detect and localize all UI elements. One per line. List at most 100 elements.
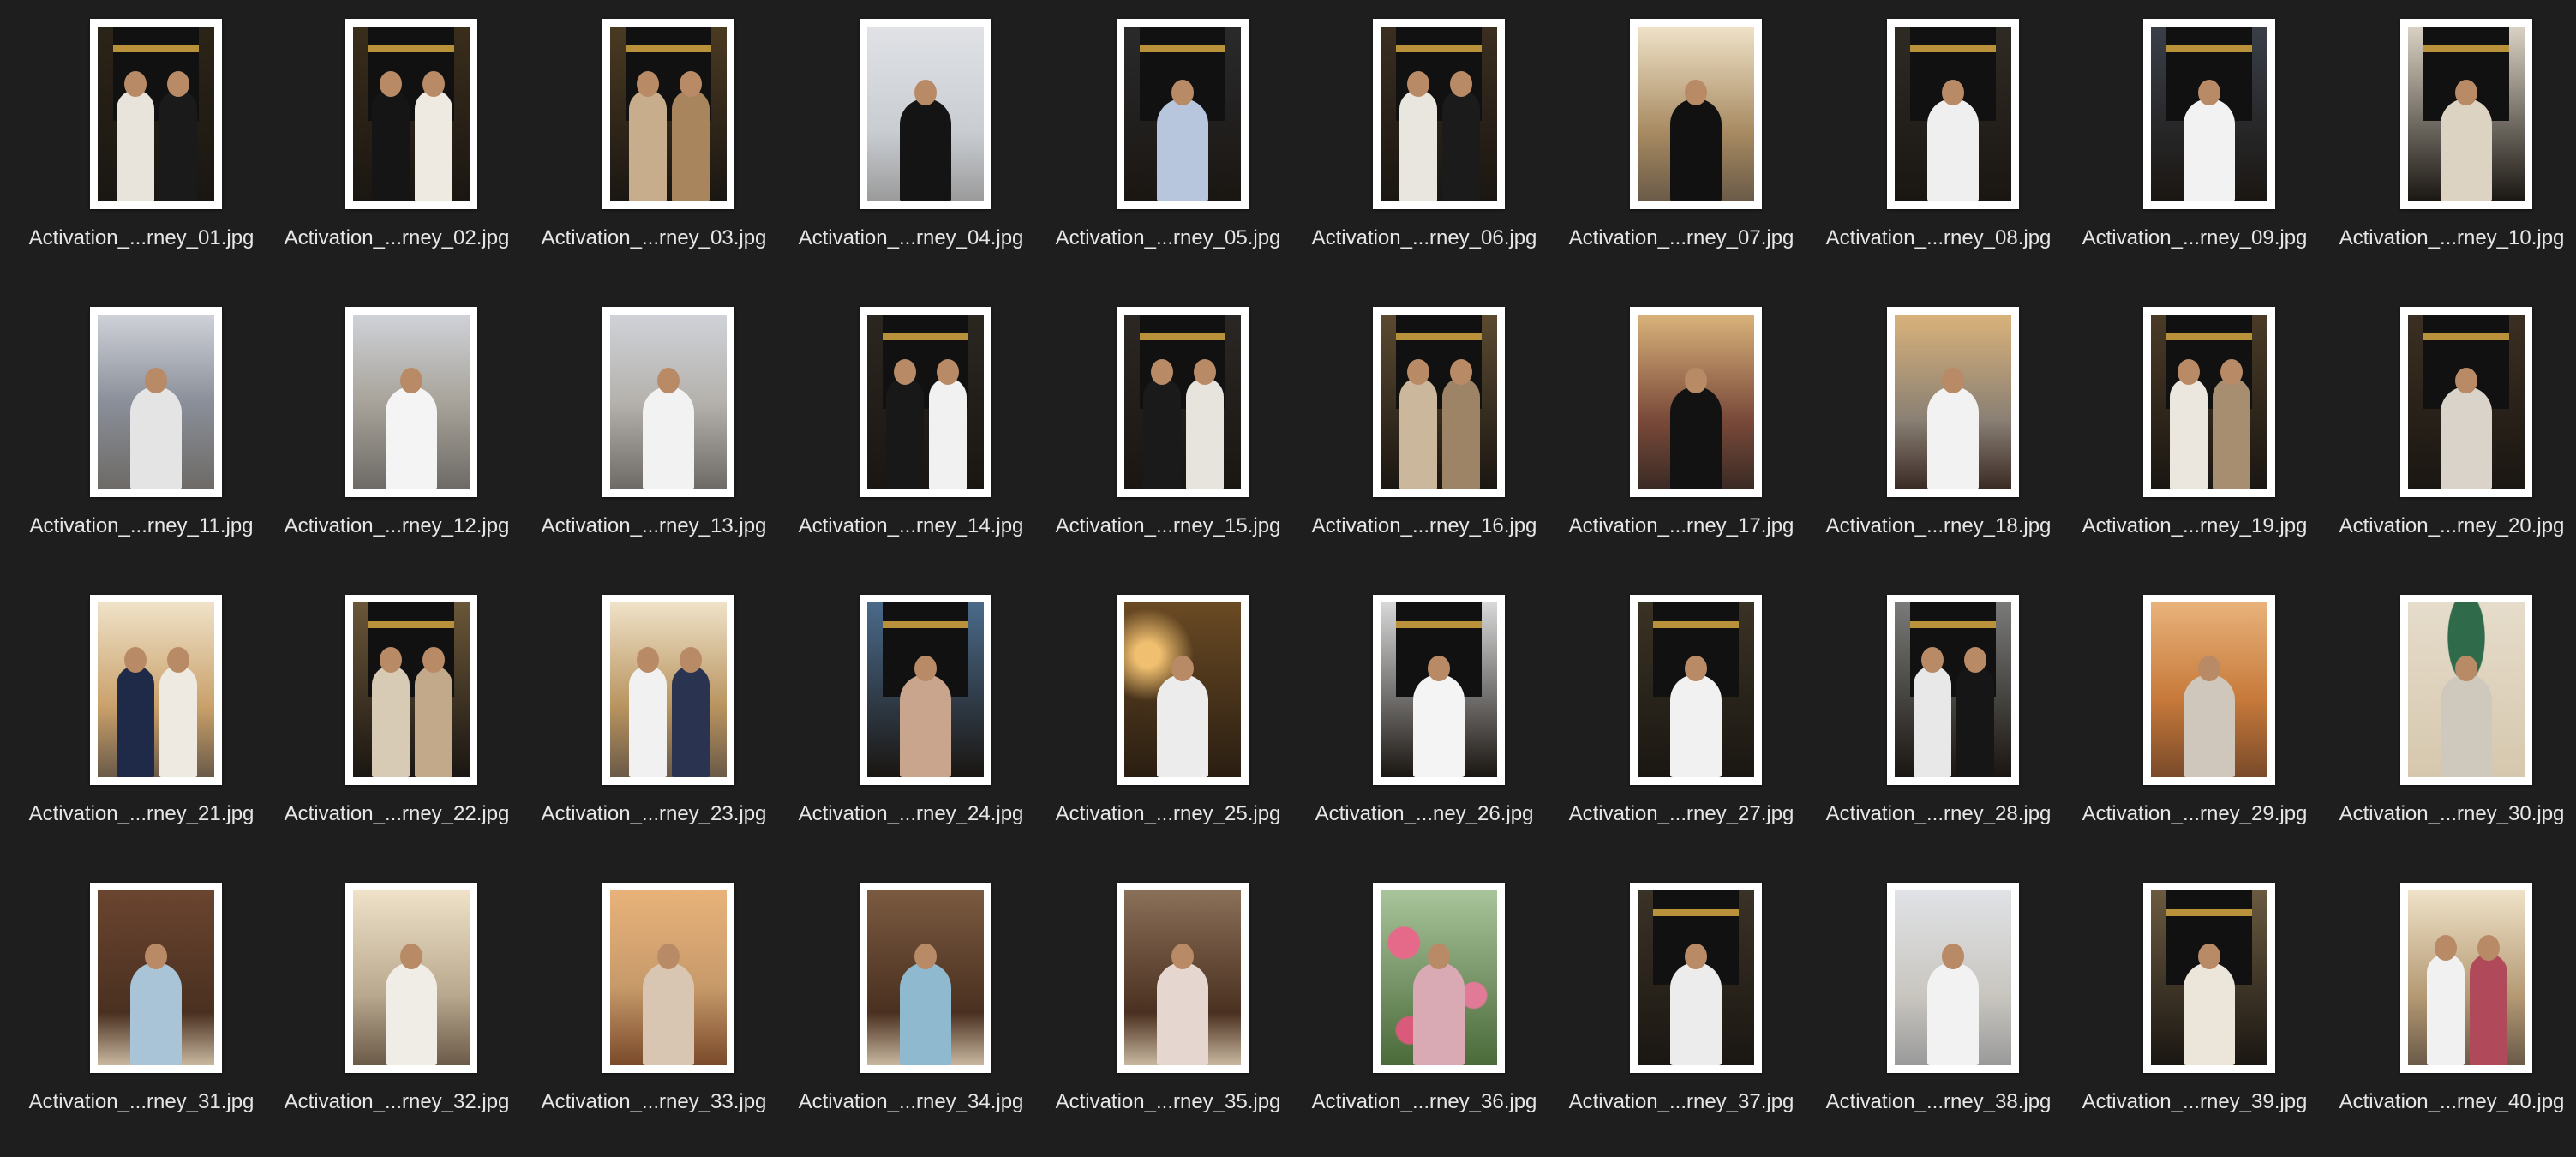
- file-item[interactable]: Activation_...rney_09.jpg: [2070, 0, 2319, 274]
- file-item[interactable]: Activation_...rney_11.jpg: [17, 288, 266, 562]
- file-thumbnail[interactable]: [1373, 307, 1505, 497]
- file-item[interactable]: Activation_...rney_16.jpg: [1300, 288, 1549, 562]
- file-thumbnail[interactable]: [860, 307, 991, 497]
- file-thumbnail[interactable]: [2143, 307, 2275, 497]
- file-item[interactable]: Activation_...rney_19.jpg: [2070, 288, 2319, 562]
- photo-preview: [353, 315, 470, 489]
- file-item[interactable]: Activation_...rney_36.jpg: [1300, 864, 1549, 1138]
- file-item[interactable]: Activation_...rney_33.jpg: [530, 864, 778, 1138]
- person-figure: [1413, 962, 1465, 1065]
- file-thumbnail[interactable]: [2143, 883, 2275, 1073]
- file-thumbnail[interactable]: [2400, 595, 2532, 785]
- file-item[interactable]: Activation_...rney_01.jpg: [17, 0, 266, 274]
- file-item[interactable]: Activation_...rney_04.jpg: [787, 0, 1035, 274]
- photo-preview: [1638, 27, 1754, 201]
- file-item[interactable]: Activation_...rney_13.jpg: [530, 288, 778, 562]
- file-item[interactable]: Activation_...ney_26.jpg: [1300, 576, 1549, 850]
- file-thumbnail[interactable]: [90, 307, 222, 497]
- file-thumbnail[interactable]: [345, 883, 477, 1073]
- file-thumbnail[interactable]: [2143, 19, 2275, 209]
- file-item[interactable]: Activation_...rney_22.jpg: [273, 576, 521, 850]
- file-item[interactable]: Activation_...rney_25.jpg: [1044, 576, 1292, 850]
- file-thumbnail[interactable]: [90, 883, 222, 1073]
- person-head: [1450, 359, 1472, 385]
- file-thumbnail[interactable]: [1630, 595, 1762, 785]
- file-item[interactable]: Activation_...rney_08.jpg: [1814, 0, 2063, 274]
- file-thumbnail[interactable]: [2143, 595, 2275, 785]
- file-thumbnail[interactable]: [1630, 307, 1762, 497]
- file-thumbnail[interactable]: [1117, 883, 1249, 1073]
- file-item[interactable]: Activation_...rney_31.jpg: [17, 864, 266, 1138]
- file-item[interactable]: Activation_...rney_15.jpg: [1044, 288, 1292, 562]
- file-item[interactable]: Activation_...rney_03.jpg: [530, 0, 778, 274]
- person-head: [680, 647, 702, 673]
- file-item[interactable]: Activation_...rney_29.jpg: [2070, 576, 2319, 850]
- file-item[interactable]: Activation_...rney_38.jpg: [1814, 864, 2063, 1138]
- file-thumbnail[interactable]: [860, 883, 991, 1073]
- file-item[interactable]: Activation_...rney_28.jpg: [1814, 576, 2063, 850]
- file-name-label: Activation_...rney_15.jpg: [1055, 514, 1281, 537]
- file-thumbnail[interactable]: [1887, 307, 2019, 497]
- file-thumbnail[interactable]: [1887, 19, 2019, 209]
- file-thumbnail[interactable]: [602, 883, 734, 1073]
- person-figure: [117, 90, 154, 201]
- file-thumbnail[interactable]: [602, 307, 734, 497]
- file-item[interactable]: Activation_...rney_40.jpg: [2327, 864, 2576, 1138]
- file-item[interactable]: Activation_...rney_23.jpg: [530, 576, 778, 850]
- photo-preview: [867, 315, 984, 489]
- file-thumbnail[interactable]: [90, 19, 222, 209]
- person-figure: [1442, 90, 1480, 201]
- file-thumbnail[interactable]: [1630, 19, 1762, 209]
- file-item[interactable]: Activation_...rney_21.jpg: [17, 576, 266, 850]
- file-thumbnail[interactable]: [345, 307, 477, 497]
- file-item[interactable]: Activation_...rney_34.jpg: [787, 864, 1035, 1138]
- file-item[interactable]: Activation_...rney_30.jpg: [2327, 576, 2576, 850]
- file-item[interactable]: Activation_...rney_32.jpg: [273, 864, 521, 1138]
- file-thumbnail[interactable]: [602, 19, 734, 209]
- photo-preview: [2408, 890, 2525, 1065]
- file-item[interactable]: Activation_...rney_27.jpg: [1557, 576, 1806, 850]
- file-item[interactable]: Activation_...rney_35.jpg: [1044, 864, 1292, 1138]
- file-thumbnail[interactable]: [1117, 19, 1249, 209]
- file-thumbnail[interactable]: [1373, 883, 1505, 1073]
- file-item[interactable]: Activation_...rney_24.jpg: [787, 576, 1035, 850]
- file-item[interactable]: Activation_...rney_20.jpg: [2327, 288, 2576, 562]
- person-head: [380, 647, 402, 673]
- file-thumbnail[interactable]: [602, 595, 734, 785]
- file-thumbnail[interactable]: [345, 19, 477, 209]
- file-item[interactable]: Activation_...rney_06.jpg: [1300, 0, 1549, 274]
- file-thumbnail[interactable]: [1887, 595, 2019, 785]
- person-figure: [929, 378, 967, 489]
- file-thumbnail[interactable]: [1117, 595, 1249, 785]
- file-thumbnail[interactable]: [1373, 595, 1505, 785]
- file-item[interactable]: Activation_...rney_18.jpg: [1814, 288, 2063, 562]
- file-thumbnail[interactable]: [1630, 883, 1762, 1073]
- person-figure: [629, 90, 667, 201]
- file-item[interactable]: Activation_...rney_39.jpg: [2070, 864, 2319, 1138]
- file-item[interactable]: Activation_...rney_37.jpg: [1557, 864, 1806, 1138]
- file-thumbnail[interactable]: [90, 595, 222, 785]
- file-name-label: Activation_...rney_31.jpg: [28, 1090, 255, 1113]
- file-name-label: Activation_...rney_30.jpg: [2339, 802, 2565, 825]
- file-thumbnail[interactable]: [1887, 883, 2019, 1073]
- photo-preview: [610, 602, 727, 777]
- file-item[interactable]: Activation_...rney_02.jpg: [273, 0, 521, 274]
- file-thumbnail[interactable]: [860, 595, 991, 785]
- file-item[interactable]: Activation_...rney_17.jpg: [1557, 288, 1806, 562]
- photo-preview: [2408, 315, 2525, 489]
- file-thumbnail[interactable]: [2400, 307, 2532, 497]
- file-item[interactable]: Activation_...rney_14.jpg: [787, 288, 1035, 562]
- file-thumbnail[interactable]: [1373, 19, 1505, 209]
- file-thumbnail[interactable]: [345, 595, 477, 785]
- person-head: [637, 71, 659, 97]
- file-item[interactable]: Activation_...rney_12.jpg: [273, 288, 521, 562]
- file-thumbnail[interactable]: [1117, 307, 1249, 497]
- file-thumbnail[interactable]: [860, 19, 991, 209]
- file-item[interactable]: Activation_...rney_07.jpg: [1557, 0, 1806, 274]
- file-item[interactable]: Activation_...rney_10.jpg: [2327, 0, 2576, 274]
- file-thumbnail[interactable]: [2400, 19, 2532, 209]
- file-item[interactable]: Activation_...rney_05.jpg: [1044, 0, 1292, 274]
- file-name-label: Activation_...rney_28.jpg: [1825, 802, 2052, 825]
- file-thumbnail[interactable]: [2400, 883, 2532, 1073]
- photo-preview: [2151, 27, 2267, 201]
